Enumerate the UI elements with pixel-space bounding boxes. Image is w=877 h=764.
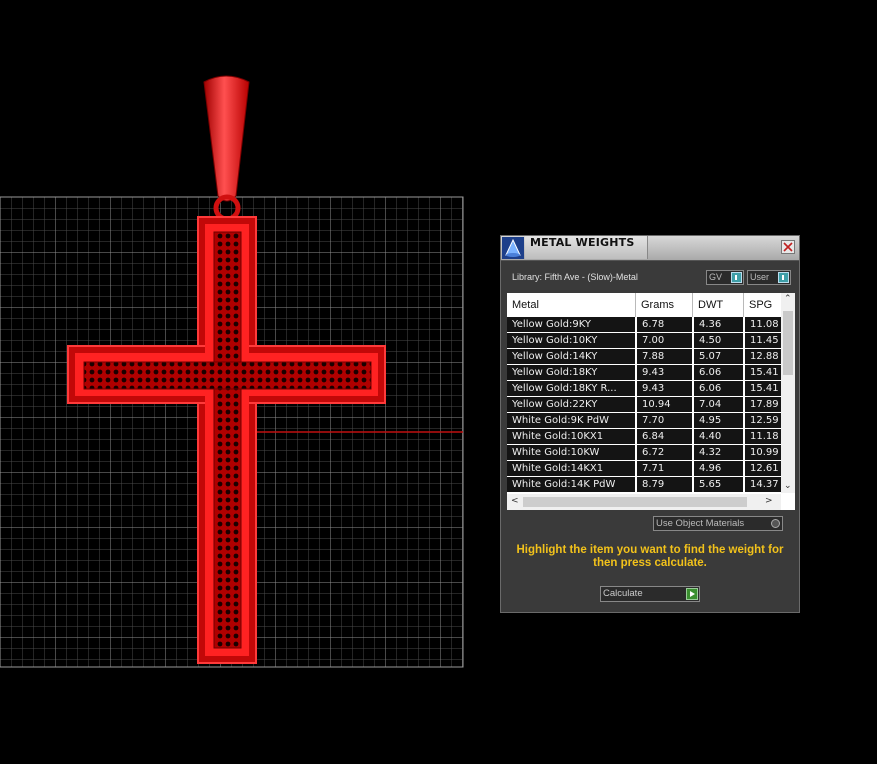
column-header-spg[interactable]: SPG [744, 293, 781, 317]
table-cell: 17.89 [745, 397, 781, 412]
table-cell: Yellow Gold:10KY [507, 333, 635, 348]
library-label: Library: Fifth Ave - (Slow)-Metal [512, 272, 638, 282]
table-cell: 4.40 [694, 429, 743, 444]
column-header-metal[interactable]: Metal [507, 293, 636, 317]
table-cell: 15.41 [745, 365, 781, 380]
table-row[interactable]: Yellow Gold:9KY 6.78 4.36 11.08 [507, 317, 781, 333]
table-cell: 9.43 [637, 365, 692, 380]
table-cell: 6.72 [637, 445, 692, 460]
table-cell: 11.45 [745, 333, 781, 348]
table-header: Metal Grams DWT SPG [507, 293, 781, 317]
table-cell: 9.43 [637, 381, 692, 396]
table-cell: Yellow Gold:9KY [507, 317, 635, 332]
horizontal-scroll-thumb[interactable] [523, 497, 747, 507]
scroll-down-icon[interactable]: ⌄ [784, 481, 792, 491]
table-cell: 7.04 [694, 397, 743, 412]
table-cell: 4.36 [694, 317, 743, 332]
metal-weights-panel: METAL WEIGHTS Library: Fifth Ave - (Slow… [500, 235, 800, 613]
close-icon [783, 242, 793, 252]
use-object-materials-toggle[interactable]: Use Object Materials [653, 516, 783, 531]
metal-table: Metal Grams DWT SPG Yellow Gold:9KY 6.78 4… [507, 293, 795, 510]
table-cell: 7.00 [637, 333, 692, 348]
table-cell: Yellow Gold:18KY [507, 365, 635, 380]
table-cell: 12.88 [745, 349, 781, 364]
table-cell: 11.18 [745, 429, 781, 444]
close-button[interactable] [781, 240, 795, 254]
table-body: Yellow Gold:9KY 6.78 4.36 11.08 Yellow Gold:… [507, 317, 781, 493]
table-cell: Yellow Gold:14KY [507, 349, 635, 364]
table-cell: Yellow Gold:18KY R... [507, 381, 635, 396]
calculate-label: Calculate [603, 588, 643, 599]
table-cell: 7.88 [637, 349, 692, 364]
scroll-left-icon[interactable]: < [511, 496, 519, 506]
table-cell: 10.99 [745, 445, 781, 460]
column-header-dwt[interactable]: DWT [693, 293, 744, 317]
table-row[interactable]: Yellow Gold:18KY 9.43 6.06 15.41 [507, 365, 781, 381]
table-cell: 10.94 [637, 397, 692, 412]
panel-titlebar[interactable]: METAL WEIGHTS [501, 236, 799, 261]
column-header-grams[interactable]: Grams [636, 293, 693, 317]
gv-toggle-label: GV [709, 272, 723, 282]
table-row[interactable]: Yellow Gold:14KY 7.88 5.07 12.88 [507, 349, 781, 365]
table-row[interactable]: Yellow Gold:22KY 10.94 7.04 17.89 [507, 397, 781, 413]
table-cell: White Gold:10KX1 [507, 429, 635, 444]
table-cell: White Gold:10KW [507, 445, 635, 460]
table-row[interactable]: White Gold:14K PdW 8.79 5.65 14.37 [507, 477, 781, 493]
toggle-knob-icon [778, 272, 789, 283]
instruction-text: Highlight the item you want to find the … [516, 544, 784, 569]
horizontal-scrollbar[interactable]: < > [507, 494, 781, 510]
table-cell: Yellow Gold:22KY [507, 397, 635, 412]
scroll-right-icon[interactable]: > [765, 496, 773, 506]
table-cell: 11.08 [745, 317, 781, 332]
panel-title: METAL WEIGHTS [530, 236, 635, 249]
table-cell: 7.71 [637, 461, 692, 476]
table-cell: White Gold:14K PdW [507, 477, 635, 492]
table-cell: White Gold:14KX1 [507, 461, 635, 476]
user-toggle[interactable]: User [747, 270, 791, 285]
play-arrow-icon [686, 588, 698, 600]
table-cell: 4.96 [694, 461, 743, 476]
table-cell: 12.61 [745, 461, 781, 476]
table-row[interactable]: White Gold:9K PdW 7.70 4.95 12.59 [507, 413, 781, 429]
vertical-scroll-thumb[interactable] [783, 311, 793, 375]
table-cell: 5.07 [694, 349, 743, 364]
radio-icon [771, 519, 780, 528]
table-row[interactable]: White Gold:10KW 6.72 4.32 10.99 [507, 445, 781, 461]
table-cell: 4.32 [694, 445, 743, 460]
toggle-knob-icon [731, 272, 742, 283]
table-cell: 4.50 [694, 333, 743, 348]
user-toggle-label: User [750, 272, 770, 282]
scroll-up-icon[interactable]: ⌃ [784, 294, 792, 304]
table-row[interactable]: Yellow Gold:10KY 7.00 4.50 11.45 [507, 333, 781, 349]
table-cell: 12.59 [745, 413, 781, 428]
table-cell: 6.84 [637, 429, 692, 444]
calculate-button[interactable]: Calculate [600, 586, 700, 602]
table-cell: White Gold:9K PdW [507, 413, 635, 428]
table-cell: 4.95 [694, 413, 743, 428]
table-cell: 5.65 [694, 477, 743, 492]
table-cell: 15.41 [745, 381, 781, 396]
table-cell: 6.06 [694, 365, 743, 380]
blue-cone-icon [502, 237, 524, 259]
bail [203, 75, 250, 202]
table-cell: 8.79 [637, 477, 692, 492]
use-object-materials-label: Use Object Materials [656, 518, 745, 529]
table-row[interactable]: White Gold:14KX1 7.71 4.96 12.61 [507, 461, 781, 477]
table-row[interactable]: White Gold:10KX1 6.84 4.40 11.18 [507, 429, 781, 445]
vertical-scrollbar[interactable]: ⌃ ⌄ [781, 293, 795, 493]
table-cell: 7.70 [637, 413, 692, 428]
table-cell: 6.06 [694, 381, 743, 396]
table-row[interactable]: Yellow Gold:18KY R... 9.43 6.06 15.41 [507, 381, 781, 397]
table-cell: 14.37 [745, 477, 781, 492]
gv-toggle[interactable]: GV [706, 270, 744, 285]
table-cell: 6.78 [637, 317, 692, 332]
